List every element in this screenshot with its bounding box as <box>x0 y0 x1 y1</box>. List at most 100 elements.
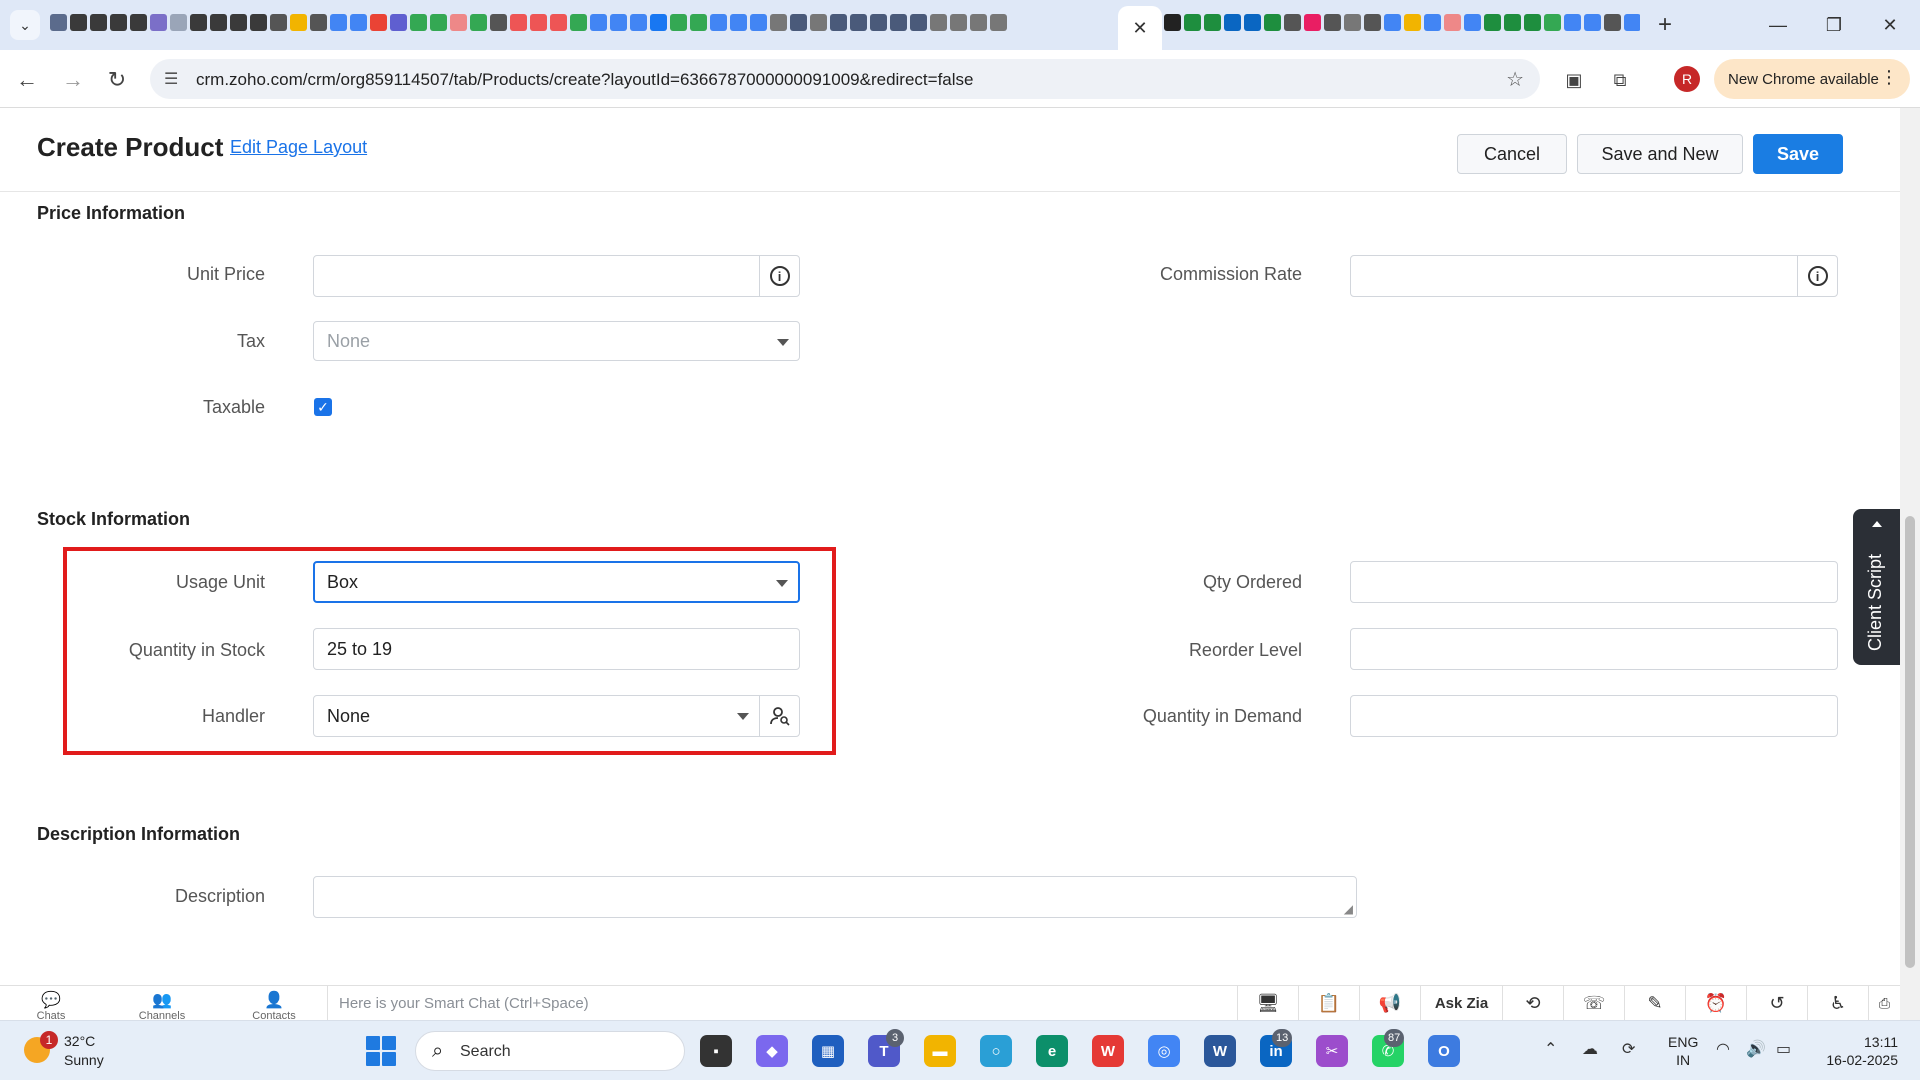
announcement-icon[interactable]: 📢 <box>1359 986 1420 1021</box>
user-lookup-icon[interactable] <box>759 696 799 736</box>
tab-favicon[interactable] <box>1264 14 1281 31</box>
qty-ordered-field[interactable] <box>1350 561 1838 603</box>
unit-price-info-icon[interactable]: i <box>759 256 799 296</box>
tab-favicon[interactable] <box>1604 14 1621 31</box>
wps-office-app-icon[interactable]: W <box>1092 1035 1124 1067</box>
tab-favicon[interactable] <box>650 14 667 31</box>
tray-chevron-up-icon[interactable]: ⌃ <box>1544 1039 1557 1059</box>
resize-handle-icon[interactable]: ◢ <box>1344 902 1353 916</box>
tab-favicon[interactable] <box>830 14 847 31</box>
tab-favicon[interactable] <box>890 14 907 31</box>
tab-favicon[interactable] <box>850 14 867 31</box>
tab-favicon[interactable] <box>730 14 747 31</box>
tab-favicon[interactable] <box>770 14 787 31</box>
tab-favicon[interactable] <box>1384 14 1401 31</box>
tab-favicon[interactable] <box>90 14 107 31</box>
tab-favicon[interactable] <box>510 14 527 31</box>
tab-favicon[interactable] <box>490 14 507 31</box>
reload-icon[interactable]: ↻ <box>101 64 133 96</box>
tab-favicon[interactable] <box>1544 14 1561 31</box>
tax-select[interactable]: None <box>313 321 800 361</box>
tab-favicon[interactable] <box>1304 14 1321 31</box>
tab-favicon[interactable] <box>630 14 647 31</box>
tab-favicon[interactable] <box>330 14 347 31</box>
scroll-thumb[interactable] <box>1905 516 1915 968</box>
unit-price-field[interactable]: i <box>313 255 800 297</box>
zia-icon[interactable]: ✎ <box>1624 986 1685 1021</box>
tab-favicon[interactable] <box>270 14 287 31</box>
tab-favicon[interactable] <box>310 14 327 31</box>
signals-icon[interactable]: ⟲ <box>1502 986 1563 1021</box>
outlook-app-icon[interactable]: O <box>1428 1035 1460 1067</box>
file-explorer-app-icon[interactable]: ▪ <box>700 1035 732 1067</box>
tab-favicon[interactable] <box>1244 14 1261 31</box>
tab-favicon[interactable] <box>570 14 587 31</box>
taxable-checkbox[interactable]: ✓ <box>314 398 332 416</box>
commission-rate-field[interactable]: i <box>1350 255 1838 297</box>
tab-favicon[interactable] <box>810 14 827 31</box>
screen-share-icon[interactable]: 🖥 <box>1237 986 1298 1021</box>
ask-zia-button[interactable]: Ask Zia <box>1420 986 1502 1021</box>
tab-favicon[interactable] <box>1484 14 1501 31</box>
page-scrollbar[interactable] <box>1900 108 1920 1020</box>
tab-favicon[interactable] <box>70 14 87 31</box>
tab-favicon[interactable] <box>1184 14 1201 31</box>
tab-favicons-left[interactable] <box>50 14 1110 36</box>
tab-favicon[interactable] <box>1284 14 1301 31</box>
tab-favicon[interactable] <box>450 14 467 31</box>
tab-favicon[interactable] <box>970 14 987 31</box>
smart-chat-input[interactable]: Here is your Smart Chat (Ctrl+Space) <box>327 986 1237 1021</box>
back-icon[interactable]: ← <box>11 64 43 96</box>
client-script-tab[interactable]: Client Script <box>1853 509 1900 665</box>
calls-icon[interactable]: ☏ <box>1563 986 1624 1021</box>
active-tab-close-icon[interactable]: ✕ <box>1118 6 1162 50</box>
tab-favicon[interactable] <box>950 14 967 31</box>
tab-favicon[interactable] <box>130 14 147 31</box>
tab-favicon[interactable] <box>790 14 807 31</box>
language-indicator[interactable]: ENG IN <box>1668 1033 1698 1069</box>
store-app-icon[interactable]: ▦ <box>812 1035 844 1067</box>
tab-favicon[interactable] <box>1324 14 1341 31</box>
tab-favicon[interactable] <box>1564 14 1581 31</box>
tab-favicon[interactable] <box>1364 14 1381 31</box>
new-tab-icon[interactable]: + <box>1650 10 1680 40</box>
site-info-icon[interactable]: ☰ <box>164 69 178 89</box>
tab-favicon[interactable] <box>1444 14 1461 31</box>
tab-favicon[interactable] <box>1404 14 1421 31</box>
edge-app-icon[interactable]: e <box>1036 1035 1068 1067</box>
word-app-icon[interactable]: W <box>1204 1035 1236 1067</box>
volume-icon[interactable]: 🔊 <box>1746 1039 1766 1059</box>
tab-favicon[interactable] <box>290 14 307 31</box>
sync-icon[interactable]: ⟳ <box>1622 1039 1635 1059</box>
support-icon[interactable]: ⎙ <box>1868 986 1900 1021</box>
folder-app-icon[interactable]: ▬ <box>924 1035 956 1067</box>
save-button[interactable]: Save <box>1753 134 1843 174</box>
tab-favicon[interactable] <box>350 14 367 31</box>
tab-favicon[interactable] <box>1504 14 1521 31</box>
chats-button[interactable]: 💬 Chats <box>16 990 86 1022</box>
cancel-button[interactable]: Cancel <box>1457 134 1567 174</box>
tab-favicon[interactable] <box>1524 14 1541 31</box>
minimize-icon[interactable]: — <box>1750 8 1806 42</box>
tab-favicon[interactable] <box>870 14 887 31</box>
bookmark-star-icon[interactable]: ☆ <box>1506 67 1524 92</box>
tab-favicons-right[interactable] <box>1164 14 1640 36</box>
tab-favicon[interactable] <box>150 14 167 31</box>
tab-favicon[interactable] <box>910 14 927 31</box>
quantity-in-stock-field[interactable]: 25 to 19 <box>313 628 800 670</box>
tab-favicon[interactable] <box>390 14 407 31</box>
address-bar[interactable]: ☰ crm.zoho.com/crm/org859114507/tab/Prod… <box>150 59 1540 99</box>
tab-favicon[interactable] <box>690 14 707 31</box>
tab-favicon[interactable] <box>1584 14 1601 31</box>
tab-favicon[interactable] <box>430 14 447 31</box>
tab-favicon[interactable] <box>190 14 207 31</box>
tab-favicon[interactable] <box>1624 14 1640 31</box>
edit-page-layout-link[interactable]: Edit Page Layout <box>230 137 367 158</box>
tab-favicon[interactable] <box>110 14 127 31</box>
tab-favicon[interactable] <box>990 14 1007 31</box>
tab-favicon[interactable] <box>750 14 767 31</box>
restore-icon[interactable]: ❐ <box>1806 8 1862 42</box>
quantity-in-demand-field[interactable] <box>1350 695 1838 737</box>
tab-favicon[interactable] <box>590 14 607 31</box>
system-clock[interactable]: 13:11 16-02-2025 <box>1818 1033 1898 1069</box>
